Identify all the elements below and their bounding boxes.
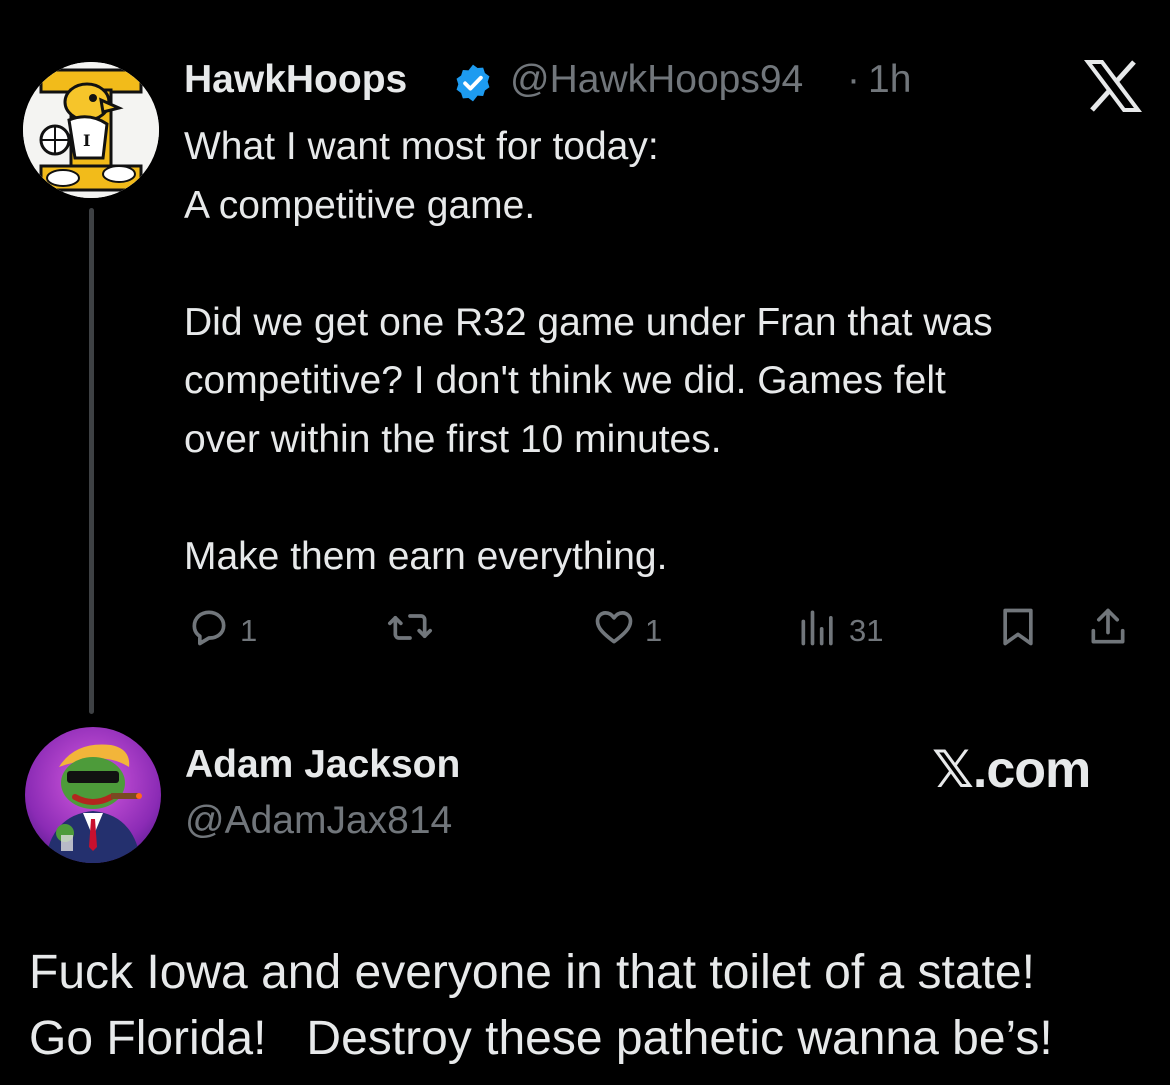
tweet-body-line: competitive? I don't think we did. Games… bbox=[184, 359, 946, 402]
tweet-author-handle[interactable]: @HawkHoops94 bbox=[510, 58, 803, 102]
views-button[interactable]: 31 bbox=[796, 605, 883, 657]
reply-body-line: Go Florida! Destroy these pathetic wanna… bbox=[29, 1012, 1053, 1065]
share-icon bbox=[1086, 605, 1130, 657]
like-icon bbox=[592, 605, 636, 657]
svg-text:I: I bbox=[83, 131, 90, 150]
reply-author-handle[interactable]: @AdamJax814 bbox=[185, 799, 452, 843]
separator-dot: · bbox=[847, 58, 860, 101]
reply-count: 1 bbox=[240, 613, 258, 648]
bookmark-icon bbox=[996, 605, 1040, 657]
reply-body: Fuck Iowa and everyone in that toilet of… bbox=[29, 940, 1149, 1072]
verified-badge-icon bbox=[452, 62, 494, 104]
reply-body-line: Fuck Iowa and everyone in that toilet of… bbox=[29, 946, 1035, 999]
xcom-watermark: 𝕏.com bbox=[932, 741, 1091, 799]
views-count: 31 bbox=[849, 613, 884, 648]
adamjackson-avatar[interactable] bbox=[25, 727, 161, 863]
like-button[interactable]: 1 bbox=[592, 605, 662, 657]
tweet-body-line: Did we get one R32 game under Fran that … bbox=[184, 300, 993, 344]
tweet-author-name[interactable]: HawkHoops bbox=[184, 58, 407, 102]
tweet-timestamp[interactable]: 1h bbox=[868, 58, 911, 102]
reply-icon bbox=[187, 605, 231, 657]
retweet-icon bbox=[386, 605, 434, 657]
bookmark-button[interactable] bbox=[996, 605, 1040, 657]
share-button[interactable] bbox=[1086, 605, 1130, 657]
thread-connector-line bbox=[89, 208, 94, 714]
reply-author-name[interactable]: Adam Jackson bbox=[185, 743, 460, 787]
tweet-body-line: over within the first 10 minutes. bbox=[184, 417, 722, 461]
x-logo-icon bbox=[1084, 60, 1142, 112]
tweet-body-line: Make them earn everything. bbox=[184, 534, 668, 578]
retweet-button[interactable] bbox=[386, 605, 434, 657]
like-count: 1 bbox=[645, 613, 663, 648]
tweet-body-line: What I want most for today: bbox=[184, 125, 659, 168]
tweet-body: What I want most for today: A competitiv… bbox=[184, 118, 1144, 586]
hawkhoops-avatar[interactable]: I bbox=[23, 62, 159, 198]
reply-button[interactable]: 1 bbox=[187, 605, 257, 657]
views-icon bbox=[796, 605, 840, 657]
tweet-body-line: A competitive game. bbox=[184, 183, 536, 227]
